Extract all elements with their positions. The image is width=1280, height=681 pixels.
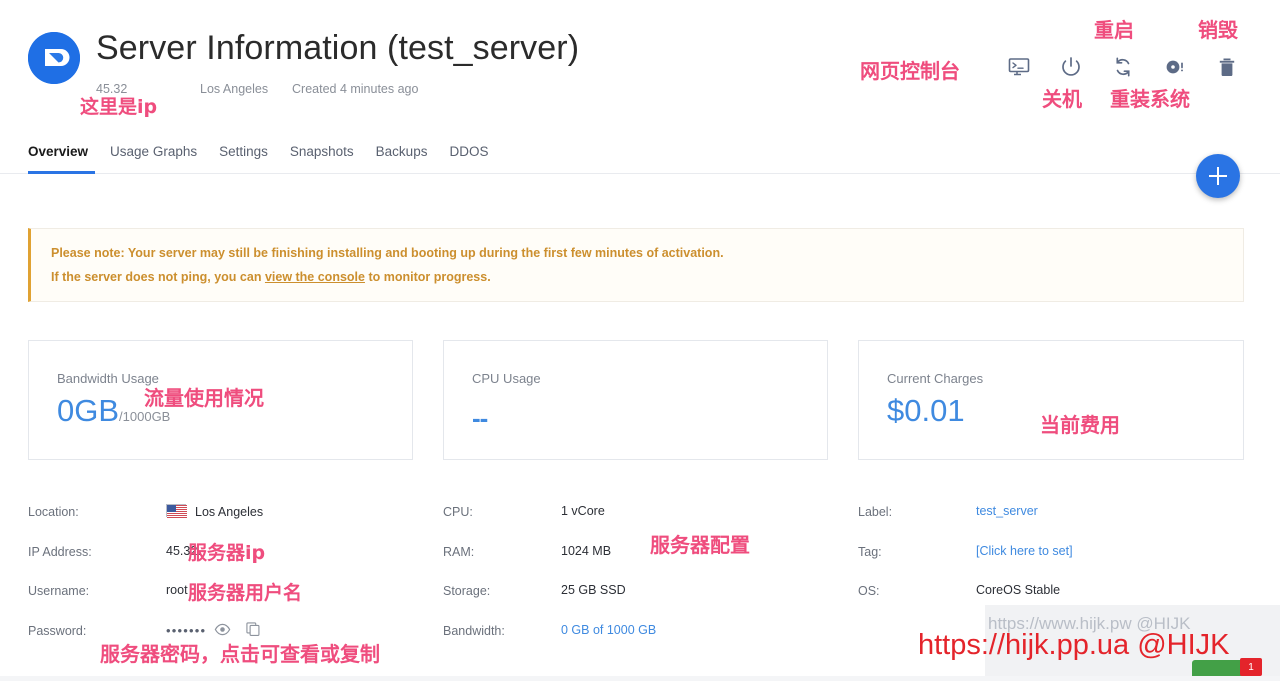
annotation-spec: 服务器配置 xyxy=(650,529,750,558)
current-charges-label: Current Charges xyxy=(887,371,983,386)
notice-banner: Please note: Your server may still be fi… xyxy=(28,228,1244,302)
cpu-usage-card: CPU Usage -- xyxy=(443,340,828,460)
annotation-server-ip: 服务器ip xyxy=(188,538,265,565)
current-charges-value: $0.01 xyxy=(887,393,965,429)
label-value[interactable]: test_server xyxy=(976,504,1038,518)
annotation-shutdown: 关机 xyxy=(1042,83,1082,112)
annotation-console: 网页控制台 xyxy=(860,55,960,84)
os-label: OS: xyxy=(858,584,880,598)
password-label: Password: xyxy=(28,624,86,638)
watermark-chip-badge: 1 xyxy=(1240,658,1262,676)
watermark-foreground: https://hijk.pp.ua @HIJK xyxy=(918,629,1230,662)
current-charges-card: Current Charges $0.01 xyxy=(858,340,1244,460)
add-server-fab-button[interactable] xyxy=(1196,154,1240,198)
restart-icon[interactable] xyxy=(1110,54,1136,80)
tab-active-indicator xyxy=(28,171,95,174)
tag-label: Tag: xyxy=(858,545,882,559)
reinstall-os-icon[interactable] xyxy=(1162,54,1188,80)
tag-value[interactable]: [Click here to set] xyxy=(976,544,1073,558)
location-value: Los Angeles xyxy=(166,504,263,519)
page-header: Server Information (test_server) 45.32 L… xyxy=(0,0,1280,130)
notice-line-2-before: If the server does not ping, you can xyxy=(51,270,265,284)
annotation-bandwidth: 流量使用情况 xyxy=(144,382,264,411)
us-flag-icon xyxy=(166,504,186,517)
tab-settings[interactable]: Settings xyxy=(219,138,290,171)
tab-ddos[interactable]: DDOS xyxy=(449,138,510,171)
page-root: Server Information (test_server) 45.32 L… xyxy=(0,0,1280,681)
trash-icon[interactable] xyxy=(1214,54,1240,80)
cpu-label: CPU: xyxy=(443,505,473,519)
annotation-username: 服务器用户名 xyxy=(188,578,302,605)
label-label: Label: xyxy=(858,505,892,519)
bandwidth-value[interactable]: 0 GB of 1000 GB xyxy=(561,623,656,637)
os-value: CoreOS Stable xyxy=(976,583,1060,597)
cpu-usage-value: -- xyxy=(472,403,487,434)
cpu-value: 1 vCore xyxy=(561,504,605,518)
eye-icon[interactable] xyxy=(214,621,231,638)
page-title: Server Information (test_server) xyxy=(96,29,579,68)
web-console-icon[interactable] xyxy=(1006,54,1032,80)
power-icon[interactable] xyxy=(1058,54,1084,80)
cpu-usage-label: CPU Usage xyxy=(472,371,541,386)
tab-snapshots[interactable]: Snapshots xyxy=(290,138,376,171)
annotation-password: 服务器密码，点击可查看或复制 xyxy=(100,638,380,667)
annotation-reinstall: 重装系统 xyxy=(1110,83,1190,112)
bandwidth-label: Bandwidth: xyxy=(443,624,505,638)
storage-value: 25 GB SSD xyxy=(561,583,626,597)
ram-label: RAM: xyxy=(443,545,474,559)
password-actions xyxy=(214,621,261,638)
notice-line-2: If the server does not ping, you can vie… xyxy=(51,270,491,284)
server-action-toolbar xyxy=(1006,54,1240,80)
username-value: root xyxy=(166,583,188,597)
header-location: Los Angeles xyxy=(200,82,268,96)
tab-bar-divider xyxy=(0,173,1280,174)
location-text: Los Angeles xyxy=(195,505,263,519)
notice-line-2-after: to monitor progress. xyxy=(365,270,491,284)
storage-label: Storage: xyxy=(443,584,490,598)
ip-address-label: IP Address: xyxy=(28,545,92,559)
username-label: Username: xyxy=(28,584,89,598)
vultr-logo-icon xyxy=(28,32,80,84)
ram-value: 1024 MB xyxy=(561,544,611,558)
password-value: ••••••• xyxy=(166,623,206,638)
copy-icon[interactable] xyxy=(245,621,261,637)
location-label: Location: xyxy=(28,505,79,519)
bottom-divider xyxy=(0,676,1280,681)
annotation-charges: 当前费用 xyxy=(1040,409,1120,438)
bandwidth-usage-number: 0GB xyxy=(57,393,119,428)
tab-backups[interactable]: Backups xyxy=(376,138,450,171)
tab-usage-graphs[interactable]: Usage Graphs xyxy=(110,138,219,171)
annotation-restart: 重启 xyxy=(1094,14,1134,43)
annotation-ip: 这里是ip xyxy=(80,92,157,119)
header-created: Created 4 minutes ago xyxy=(292,82,418,96)
annotation-destroy: 销毁 xyxy=(1198,14,1238,43)
tab-overview[interactable]: Overview xyxy=(28,138,110,171)
tab-list: Overview Usage Graphs Settings Snapshots… xyxy=(28,138,510,171)
bandwidth-usage-suffix: /1000GB xyxy=(119,409,170,424)
tab-bar: Overview Usage Graphs Settings Snapshots… xyxy=(0,138,1280,178)
view-console-link[interactable]: view the console xyxy=(265,270,365,284)
notice-line-1: Please note: Your server may still be fi… xyxy=(51,246,724,260)
